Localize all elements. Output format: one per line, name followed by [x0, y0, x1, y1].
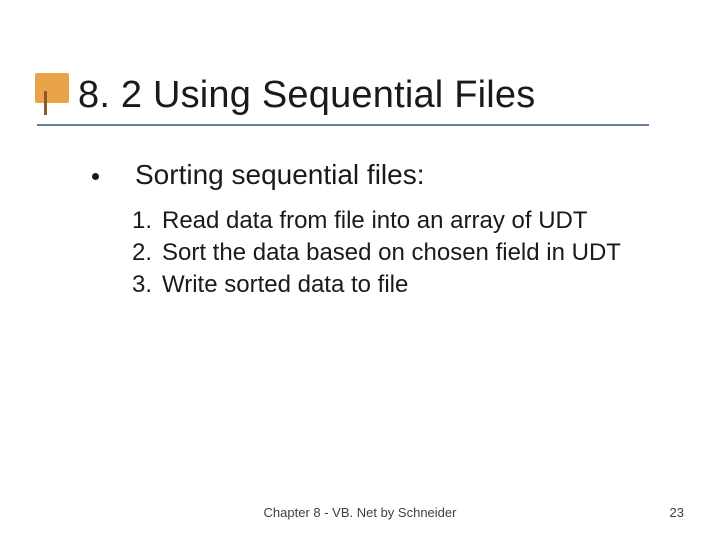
step-number: 2.: [122, 237, 152, 269]
title-divider: [37, 124, 649, 126]
footer-text: Chapter 8 - VB. Net by Schneider: [0, 505, 720, 520]
steps-list: 1. Read data from file into an array of …: [122, 205, 621, 301]
step-text: Write sorted data to file: [162, 269, 408, 301]
list-item: 2. Sort the data based on chosen field i…: [122, 237, 621, 269]
flag-logo: [35, 73, 69, 115]
bullet-dot-icon: [92, 173, 99, 180]
bullet-text: Sorting sequential files:: [135, 159, 425, 191]
slide: 8. 2 Using Sequential Files Sorting sequ…: [0, 0, 720, 540]
slide-title: 8. 2 Using Sequential Files: [78, 75, 535, 117]
list-item: 1. Read data from file into an array of …: [122, 205, 621, 237]
step-text: Read data from file into an array of UDT: [162, 205, 588, 237]
step-number: 1.: [122, 205, 152, 237]
step-number: 3.: [122, 269, 152, 301]
step-text: Sort the data based on chosen field in U…: [162, 237, 621, 269]
flag-icon: [35, 73, 69, 103]
bullet-item: Sorting sequential files:: [92, 159, 425, 191]
page-number: 23: [670, 505, 684, 520]
flag-pole-icon: [44, 91, 47, 115]
list-item: 3. Write sorted data to file: [122, 269, 621, 301]
